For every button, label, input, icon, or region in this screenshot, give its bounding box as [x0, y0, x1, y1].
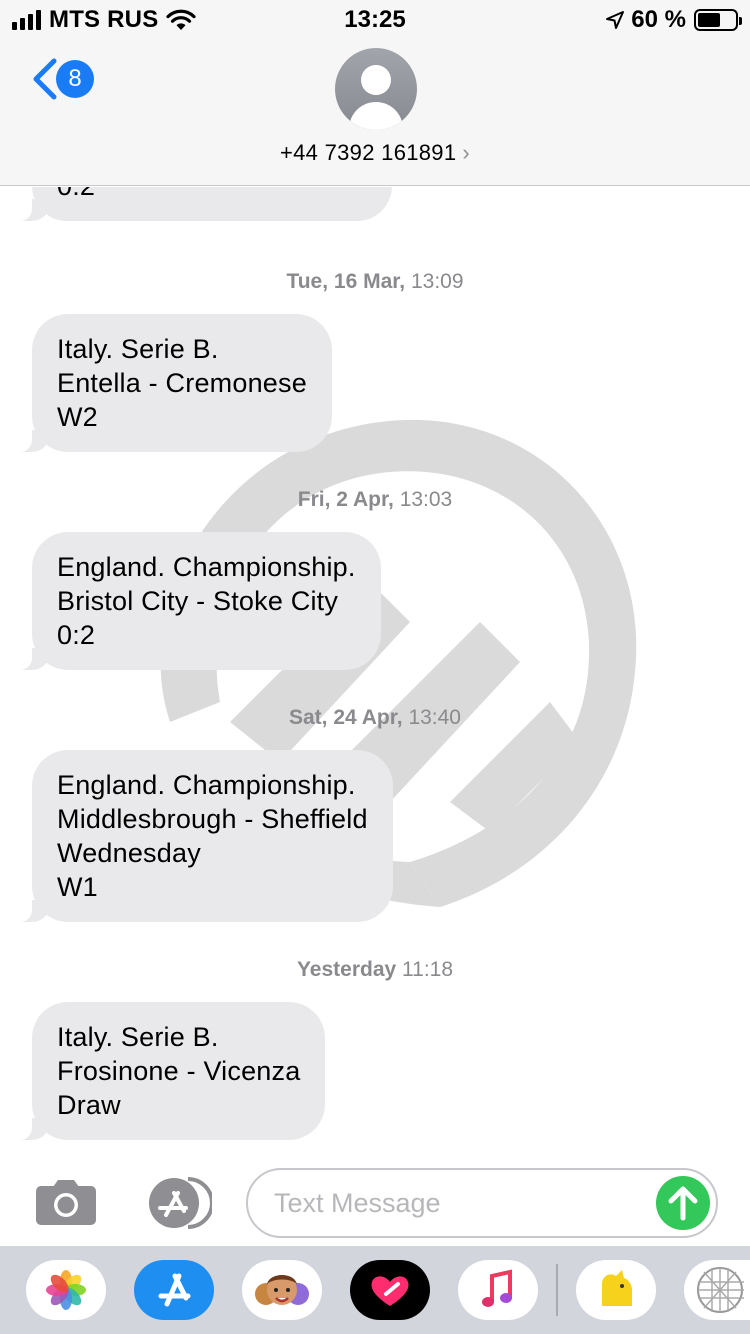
message-bubble[interactable]: England. Championship. Middlesbrough - S…	[14, 750, 393, 922]
message-line: W1	[57, 872, 98, 902]
timestamp-day: Fri, 2 Apr,	[297, 488, 394, 511]
status-bar: MTS RUS 13:25 60 %	[0, 0, 750, 40]
send-button[interactable]	[656, 1176, 710, 1230]
heart-icon	[371, 1276, 409, 1306]
message-bubble[interactable]: Italy. Serie B. Frosinone - Vicenza Draw	[13, 1002, 326, 1140]
app-store-app-icon[interactable]	[134, 1260, 214, 1320]
timestamp: Yesterday 11:18	[0, 958, 750, 982]
location-arrow-icon	[606, 11, 625, 29]
arrow-up-icon	[668, 1186, 698, 1221]
app-store-icon[interactable]	[140, 1177, 212, 1229]
message-line: 0:2	[57, 187, 367, 203]
message-line: England. Championship.	[57, 552, 356, 582]
chevron-right-icon: ›	[462, 140, 471, 165]
yellow-app-icon[interactable]	[576, 1260, 656, 1320]
message-line: Middlesbrough - Sheffield	[57, 804, 368, 834]
contact-name: +44 7392 161891	[279, 140, 457, 165]
timestamp-time: 13:40	[408, 706, 461, 729]
message-input[interactable]	[274, 1184, 644, 1222]
battery-level-fill	[698, 13, 720, 27]
timestamp: Fri, 2 Apr, 13:03	[0, 488, 750, 512]
grid-sticker-icon	[697, 1267, 744, 1313]
message-line: Italy. Serie B.	[57, 1022, 219, 1052]
message-text-field[interactable]	[246, 1168, 718, 1238]
message-line: Wednesday	[57, 838, 201, 868]
timestamp-day: Yesterday	[296, 958, 397, 981]
message-line: Bristol City - Stoke City	[57, 586, 339, 616]
timestamp: Tue, 16 Mar, 13:09	[0, 270, 750, 294]
timestamp-day: Sat, 24 Apr,	[288, 706, 403, 729]
battery-icon	[694, 9, 742, 31]
camera-icon[interactable]	[35, 1178, 97, 1226]
music-app-icon[interactable]	[458, 1260, 538, 1320]
contact-avatar[interactable]	[335, 48, 417, 130]
compose-bar	[0, 1155, 750, 1246]
status-right: 60 %	[605, 6, 742, 34]
app-store-glyph-icon	[158, 1273, 191, 1307]
message-line: Draw	[57, 1090, 121, 1120]
drawer-divider	[556, 1264, 558, 1316]
message-bubble[interactable]: Italy. Serie B. Entella - Cremonese W2	[14, 314, 332, 452]
photos-app-icon[interactable]	[26, 1260, 106, 1320]
music-note-icon	[482, 1269, 512, 1307]
message-line: England. Championship.	[57, 770, 356, 800]
conversation-header: 8 +44 7392 161891 ›	[0, 40, 750, 186]
timestamp: Sat, 24 Apr, 13:40	[0, 706, 750, 730]
timestamp-day: Tue, 16 Mar,	[286, 270, 406, 293]
message-line: W2	[57, 402, 98, 432]
unread-count-badge: 8	[56, 60, 94, 98]
battery-percent: 60 %	[631, 6, 686, 33]
timestamp-time: 13:03	[399, 488, 453, 511]
timestamp-time: 11:18	[402, 958, 454, 981]
message-bubble-partial[interactable]: 0:2	[14, 187, 392, 221]
message-list[interactable]: 0:2 Tue, 16 Mar, 13:09 Italy. Serie B. E…	[0, 187, 750, 1155]
message-line: 0:2	[57, 620, 96, 650]
memoji-icon	[255, 1275, 309, 1305]
message-line: Frosinone - Vicenza	[57, 1056, 301, 1086]
message-bubble[interactable]: England. Championship. Bristol City - St…	[14, 532, 381, 670]
sticker-app-icon[interactable]	[684, 1260, 750, 1320]
message-line: Italy. Serie B.	[57, 334, 219, 364]
imessage-app-drawer	[0, 1246, 750, 1334]
digital-touch-app-icon[interactable]	[350, 1260, 430, 1320]
back-button[interactable]: 8	[30, 58, 94, 100]
yellow-character-icon	[602, 1270, 632, 1306]
timestamp-time: 13:09	[410, 270, 464, 293]
memoji-app-icon[interactable]	[242, 1260, 322, 1320]
photos-flower-icon	[46, 1270, 86, 1310]
message-line: Entella - Cremonese	[57, 368, 307, 398]
contact-name-button[interactable]: +44 7392 161891 ›	[0, 140, 750, 166]
